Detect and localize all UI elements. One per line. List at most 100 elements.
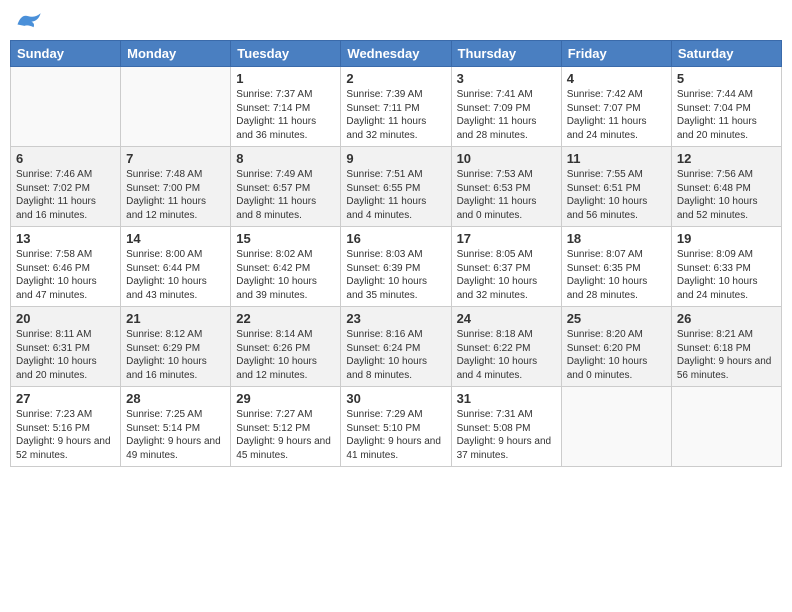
day-header-thursday: Thursday (451, 41, 561, 67)
logo-bird-icon (14, 10, 42, 32)
calendar-cell: 10Sunrise: 7:53 AM Sunset: 6:53 PM Dayli… (451, 147, 561, 227)
day-number: 9 (346, 151, 445, 166)
day-number: 15 (236, 231, 335, 246)
calendar-cell: 12 Sunrise: 7:56 AM Sunset: 6:48 PM Dayli… (671, 147, 781, 227)
day-header-wednesday: Wednesday (341, 41, 451, 67)
day-number: 11 (567, 151, 666, 166)
calendar-cell: 14Sunrise: 8:00 AM Sunset: 6:44 PM Dayli… (121, 227, 231, 307)
calendar-cell (671, 387, 781, 467)
calendar-cell (121, 67, 231, 147)
calendar-cell: 6 Sunrise: 7:46 AM Sunset: 7:02 PM Daylig… (11, 147, 121, 227)
day-info: Sunrise: 7:46 AM Sunset: 7:02 PM Dayligh… (16, 168, 115, 222)
day-header-sunday: Sunday (11, 41, 121, 67)
day-number: 31 (457, 391, 556, 406)
day-info: Sunrise: 7:29 AM Sunset: 5:10 PM Dayligh… (346, 408, 445, 462)
calendar-week-row: 1 Sunrise: 7:37 AM Sunset: 7:14 PM Daylig… (11, 67, 782, 147)
calendar-cell (11, 67, 121, 147)
day-number: 17 (457, 231, 556, 246)
day-info: Sunrise: 8:07 AM Sunset: 6:35 PM Dayligh… (567, 248, 666, 302)
day-number: 13 (16, 231, 115, 246)
calendar-week-row: 13 Sunrise: 7:58 AM Sunset: 6:46 PM Dayli… (11, 227, 782, 307)
day-info: Sunrise: 7:56 AM Sunset: 6:48 PM Dayligh… (677, 168, 776, 222)
day-info: Sunrise: 7:41 AM Sunset: 7:09 PM Dayligh… (457, 88, 556, 142)
calendar-cell: 5 Sunrise: 7:44 AM Sunset: 7:04 PM Daylig… (671, 67, 781, 147)
day-number: 18 (567, 231, 666, 246)
calendar-cell: 9 Sunrise: 7:51 AM Sunset: 6:55 PM Daylig… (341, 147, 451, 227)
day-header-saturday: Saturday (671, 41, 781, 67)
day-number: 30 (346, 391, 445, 406)
day-number: 7 (126, 151, 225, 166)
day-number: 2 (346, 71, 445, 86)
day-info: Sunrise: 8:12 AM Sunset: 6:29 PM Dayligh… (126, 328, 225, 382)
day-number: 20 (16, 311, 115, 326)
calendar-cell: 16Sunrise: 8:03 AM Sunset: 6:39 PM Dayli… (341, 227, 451, 307)
calendar-cell: 2 Sunrise: 7:39 AM Sunset: 7:11 PM Daylig… (341, 67, 451, 147)
calendar-week-row: 6 Sunrise: 7:46 AM Sunset: 7:02 PM Daylig… (11, 147, 782, 227)
day-header-monday: Monday (121, 41, 231, 67)
day-info: Sunrise: 8:11 AM Sunset: 6:31 PM Dayligh… (16, 328, 115, 382)
calendar-header-row: SundayMondayTuesdayWednesdayThursdayFrid… (11, 41, 782, 67)
calendar-cell: 22 Sunrise: 8:14 AM Sunset: 6:26 PM Dayli… (231, 307, 341, 387)
calendar-cell: 8 Sunrise: 7:49 AM Sunset: 6:57 PM Daylig… (231, 147, 341, 227)
calendar-cell: 23Sunrise: 8:16 AM Sunset: 6:24 PM Dayli… (341, 307, 451, 387)
calendar-week-row: 20 Sunrise: 8:11 AM Sunset: 6:31 PM Dayli… (11, 307, 782, 387)
day-number: 12 (677, 151, 776, 166)
day-info: Sunrise: 7:58 AM Sunset: 6:46 PM Dayligh… (16, 248, 115, 302)
day-info: Sunrise: 8:00 AM Sunset: 6:44 PM Dayligh… (126, 248, 225, 302)
day-info: Sunrise: 7:49 AM Sunset: 6:57 PM Dayligh… (236, 168, 335, 222)
calendar-cell: 20 Sunrise: 8:11 AM Sunset: 6:31 PM Dayli… (11, 307, 121, 387)
day-number: 27 (16, 391, 115, 406)
day-number: 26 (677, 311, 776, 326)
calendar-cell: 3 Sunrise: 7:41 AM Sunset: 7:09 PM Daylig… (451, 67, 561, 147)
day-info: Sunrise: 7:39 AM Sunset: 7:11 PM Dayligh… (346, 88, 445, 142)
day-info: Sunrise: 7:27 AM Sunset: 5:12 PM Dayligh… (236, 408, 335, 462)
calendar-cell: 29 Sunrise: 7:27 AM Sunset: 5:12 PM Dayli… (231, 387, 341, 467)
day-info: Sunrise: 7:44 AM Sunset: 7:04 PM Dayligh… (677, 88, 776, 142)
day-number: 5 (677, 71, 776, 86)
day-number: 8 (236, 151, 335, 166)
day-info: Sunrise: 7:25 AM Sunset: 5:14 PM Dayligh… (126, 408, 225, 462)
day-info: Sunrise: 7:55 AM Sunset: 6:51 PM Dayligh… (567, 168, 666, 222)
day-number: 19 (677, 231, 776, 246)
calendar-cell: 15 Sunrise: 8:02 AM Sunset: 6:42 PM Dayli… (231, 227, 341, 307)
page-header (10, 10, 782, 32)
calendar-cell: 4Sunrise: 7:42 AM Sunset: 7:07 PM Daylig… (561, 67, 671, 147)
day-number: 23 (346, 311, 445, 326)
day-info: Sunrise: 8:05 AM Sunset: 6:37 PM Dayligh… (457, 248, 556, 302)
day-info: Sunrise: 7:51 AM Sunset: 6:55 PM Dayligh… (346, 168, 445, 222)
day-number: 22 (236, 311, 335, 326)
day-info: Sunrise: 8:14 AM Sunset: 6:26 PM Dayligh… (236, 328, 335, 382)
calendar-cell: 11 Sunrise: 7:55 AM Sunset: 6:51 PM Dayli… (561, 147, 671, 227)
day-header-friday: Friday (561, 41, 671, 67)
calendar-table: SundayMondayTuesdayWednesdayThursdayFrid… (10, 40, 782, 467)
day-number: 21 (126, 311, 225, 326)
logo (14, 10, 46, 32)
calendar-cell: 30 Sunrise: 7:29 AM Sunset: 5:10 PM Dayli… (341, 387, 451, 467)
day-info: Sunrise: 7:23 AM Sunset: 5:16 PM Dayligh… (16, 408, 115, 462)
day-info: Sunrise: 7:42 AM Sunset: 7:07 PM Dayligh… (567, 88, 666, 142)
calendar-cell: 18 Sunrise: 8:07 AM Sunset: 6:35 PM Dayli… (561, 227, 671, 307)
day-number: 28 (126, 391, 225, 406)
calendar-cell: 31Sunrise: 7:31 AM Sunset: 5:08 PM Dayli… (451, 387, 561, 467)
day-number: 6 (16, 151, 115, 166)
day-number: 24 (457, 311, 556, 326)
day-info: Sunrise: 7:48 AM Sunset: 7:00 PM Dayligh… (126, 168, 225, 222)
calendar-cell: 24 Sunrise: 8:18 AM Sunset: 6:22 PM Dayli… (451, 307, 561, 387)
calendar-week-row: 27 Sunrise: 7:23 AM Sunset: 5:16 PM Dayli… (11, 387, 782, 467)
day-info: Sunrise: 8:20 AM Sunset: 6:20 PM Dayligh… (567, 328, 666, 382)
day-number: 25 (567, 311, 666, 326)
day-number: 29 (236, 391, 335, 406)
day-header-tuesday: Tuesday (231, 41, 341, 67)
day-info: Sunrise: 7:37 AM Sunset: 7:14 PM Dayligh… (236, 88, 335, 142)
calendar-cell: 7 Sunrise: 7:48 AM Sunset: 7:00 PM Daylig… (121, 147, 231, 227)
calendar-cell (561, 387, 671, 467)
day-info: Sunrise: 8:02 AM Sunset: 6:42 PM Dayligh… (236, 248, 335, 302)
day-number: 3 (457, 71, 556, 86)
calendar-cell: 13 Sunrise: 7:58 AM Sunset: 6:46 PM Dayli… (11, 227, 121, 307)
calendar-cell: 27 Sunrise: 7:23 AM Sunset: 5:16 PM Dayli… (11, 387, 121, 467)
calendar-cell: 21 Sunrise: 8:12 AM Sunset: 6:29 PM Dayli… (121, 307, 231, 387)
calendar-cell: 26Sunrise: 8:21 AM Sunset: 6:18 PM Dayli… (671, 307, 781, 387)
day-info: Sunrise: 8:09 AM Sunset: 6:33 PM Dayligh… (677, 248, 776, 302)
day-info: Sunrise: 8:18 AM Sunset: 6:22 PM Dayligh… (457, 328, 556, 382)
day-number: 1 (236, 71, 335, 86)
